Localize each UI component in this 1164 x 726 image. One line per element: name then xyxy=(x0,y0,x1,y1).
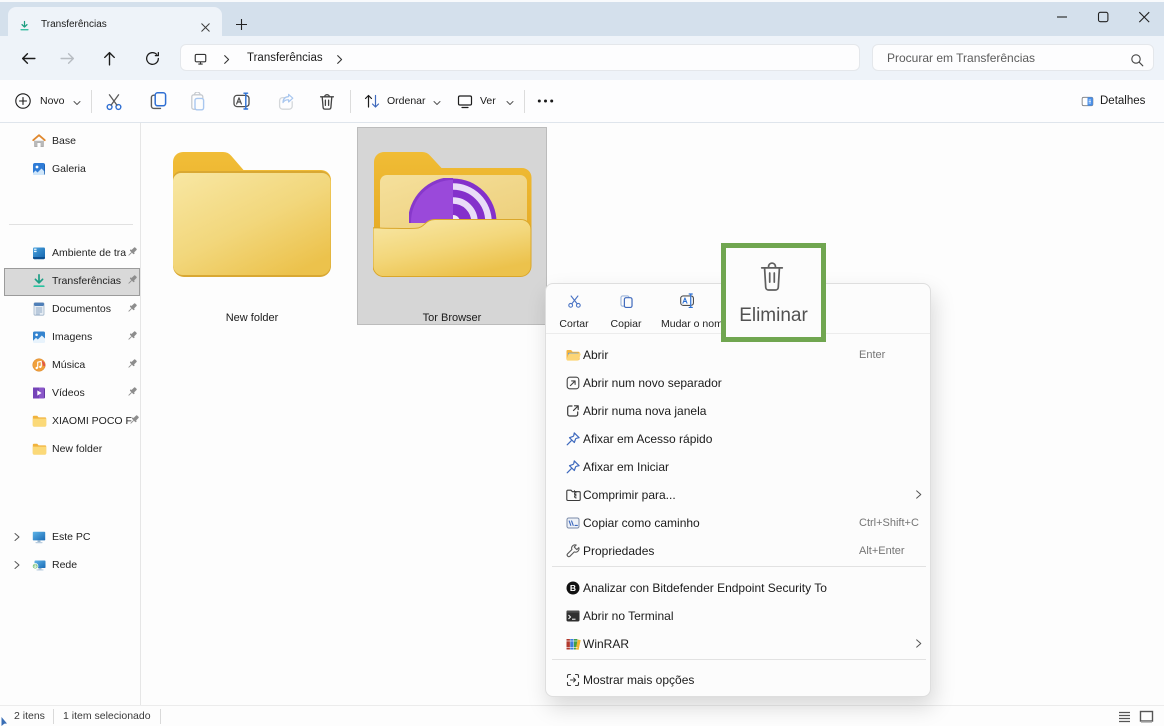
svg-text:B: B xyxy=(570,583,576,593)
